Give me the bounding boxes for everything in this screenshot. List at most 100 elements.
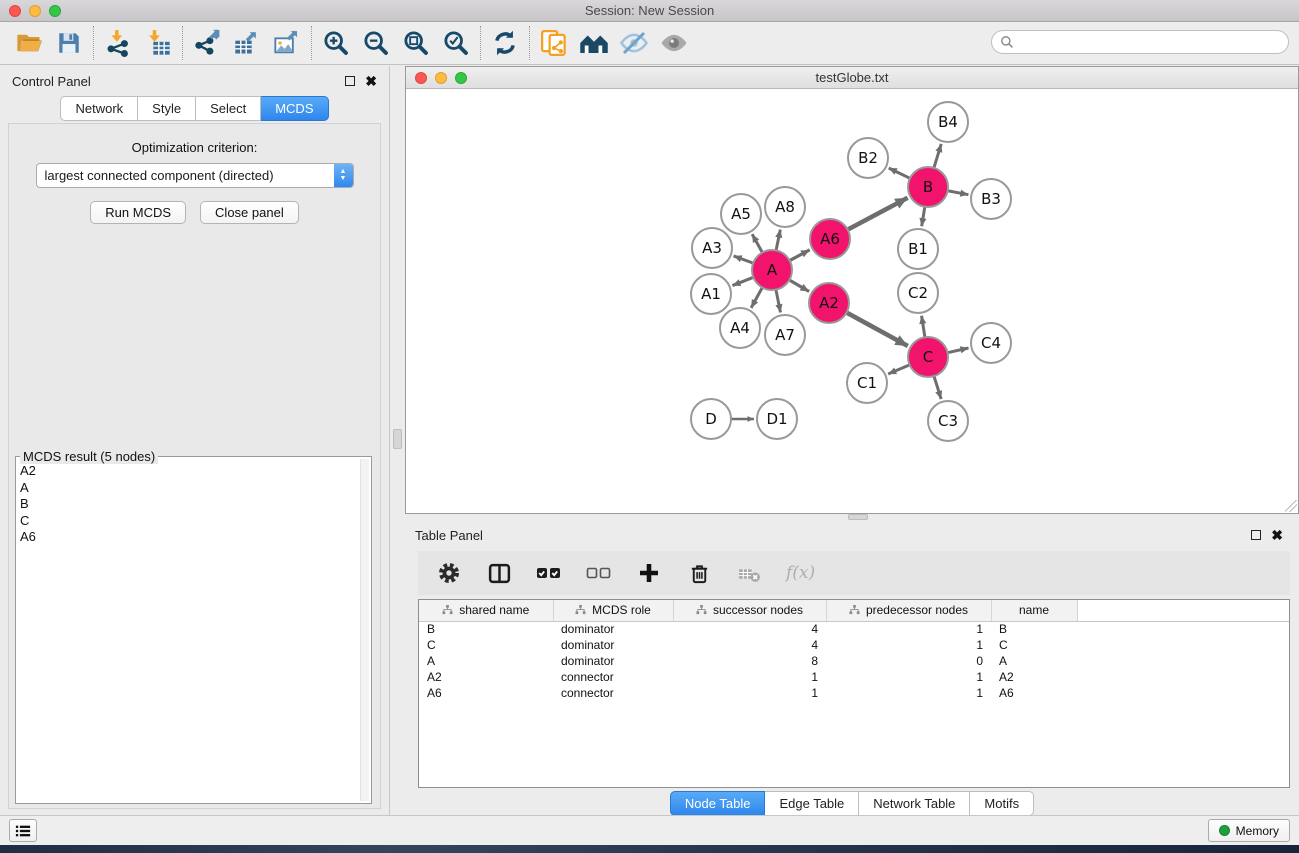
table-close-icon[interactable]: ✖ bbox=[1271, 530, 1283, 540]
import-table-icon[interactable] bbox=[141, 26, 175, 60]
delete-column-icon[interactable] bbox=[686, 560, 712, 586]
graph-node-C1[interactable]: C1 bbox=[847, 363, 887, 403]
show-column-panel-icon[interactable] bbox=[486, 560, 512, 586]
zoom-selected-icon[interactable] bbox=[439, 26, 473, 60]
graph-node-A8[interactable]: A8 bbox=[765, 187, 805, 227]
result-scrollbar[interactable] bbox=[360, 459, 369, 801]
delete-table-icon[interactable] bbox=[736, 560, 762, 586]
graph-node-A[interactable]: A bbox=[752, 250, 792, 290]
tab-select[interactable]: Select bbox=[196, 96, 261, 121]
result-item[interactable]: B bbox=[20, 496, 359, 513]
graph-edge-A-A3[interactable] bbox=[734, 256, 754, 263]
graph-node-B3[interactable]: B3 bbox=[971, 179, 1011, 219]
export-network-icon[interactable] bbox=[190, 26, 224, 60]
result-item[interactable]: A bbox=[20, 480, 359, 497]
cell-predecessor-nodes[interactable]: 1 bbox=[826, 685, 991, 701]
cell-successor-nodes[interactable]: 4 bbox=[673, 621, 826, 637]
graph-node-A2[interactable]: A2 bbox=[809, 283, 849, 323]
graph-edge-B-B1[interactable] bbox=[922, 207, 925, 227]
result-item[interactable]: A6 bbox=[20, 529, 359, 546]
table-tab-edge-table[interactable]: Edge Table bbox=[765, 791, 859, 816]
memory-button[interactable]: Memory bbox=[1208, 819, 1290, 842]
task-history-button[interactable] bbox=[9, 819, 37, 842]
cell-shared-name[interactable]: B bbox=[419, 621, 553, 637]
cell-name[interactable]: A2 bbox=[991, 669, 1077, 685]
graph-edge-A-A6[interactable] bbox=[790, 250, 810, 261]
cell-name[interactable]: B bbox=[991, 621, 1077, 637]
network-graph[interactable]: B4B2BB3A5A8A6A3B1AC2A1A2A4A7C4CC1DD1C3 bbox=[406, 89, 1298, 513]
cell-name[interactable]: A bbox=[991, 653, 1077, 669]
table-row[interactable]: Bdominator41B bbox=[419, 621, 1289, 637]
graph-edge-B-B4[interactable] bbox=[934, 144, 941, 168]
graph-edge-A2-C[interactable] bbox=[847, 313, 908, 346]
column-header-successor-nodes[interactable]: successor nodes bbox=[673, 600, 826, 621]
tab-network[interactable]: Network bbox=[60, 96, 138, 121]
graph-node-C[interactable]: C bbox=[908, 337, 948, 377]
close-panel-icon[interactable]: ✖ bbox=[365, 76, 377, 86]
refresh-view-icon[interactable] bbox=[488, 26, 522, 60]
cell-name[interactable]: A6 bbox=[991, 685, 1077, 701]
cell-predecessor-nodes[interactable]: 1 bbox=[826, 637, 991, 653]
graph-edge-B-B3[interactable] bbox=[948, 191, 969, 195]
export-table-icon[interactable] bbox=[230, 26, 264, 60]
cell-successor-nodes[interactable]: 1 bbox=[673, 685, 826, 701]
cell-predecessor-nodes[interactable]: 1 bbox=[826, 621, 991, 637]
graph-node-A6[interactable]: A6 bbox=[810, 219, 850, 259]
create-column-icon[interactable] bbox=[636, 560, 662, 586]
graph-edge-A-A2[interactable] bbox=[789, 280, 809, 291]
cell-MCDS-role[interactable]: connector bbox=[553, 669, 673, 685]
graph-node-C4[interactable]: C4 bbox=[971, 323, 1011, 363]
criterion-dropdown[interactable]: largest connected component (directed) ▲… bbox=[36, 163, 354, 188]
zoom-fit-icon[interactable] bbox=[399, 26, 433, 60]
graph-node-C2[interactable]: C2 bbox=[898, 273, 938, 313]
cell-successor-nodes[interactable]: 8 bbox=[673, 653, 826, 669]
table-tab-network-table[interactable]: Network Table bbox=[859, 791, 970, 816]
graph-node-D1[interactable]: D1 bbox=[757, 399, 797, 439]
graph-edge-A-A5[interactable] bbox=[752, 234, 762, 252]
graph-node-A3[interactable]: A3 bbox=[692, 228, 732, 268]
cell-MCDS-role[interactable]: dominator bbox=[553, 637, 673, 653]
result-item[interactable]: A2 bbox=[20, 463, 359, 480]
window-resize-grip[interactable] bbox=[1285, 500, 1297, 512]
zoom-in-icon[interactable] bbox=[319, 26, 353, 60]
export-image-icon[interactable] bbox=[270, 26, 304, 60]
graph-node-A4[interactable]: A4 bbox=[720, 308, 760, 348]
table-settings-gear-icon[interactable] bbox=[436, 560, 462, 586]
open-session-icon[interactable] bbox=[12, 26, 46, 60]
zoom-out-icon[interactable] bbox=[359, 26, 393, 60]
run-mcds-button[interactable]: Run MCDS bbox=[90, 201, 186, 224]
table-tab-node-table[interactable]: Node Table bbox=[670, 791, 766, 816]
cell-MCDS-role[interactable]: dominator bbox=[553, 653, 673, 669]
cell-MCDS-role[interactable]: connector bbox=[553, 685, 673, 701]
graph-node-C3[interactable]: C3 bbox=[928, 401, 968, 441]
cell-predecessor-nodes[interactable]: 0 bbox=[826, 653, 991, 669]
float-panel-icon[interactable] bbox=[345, 76, 355, 86]
graph-edge-A-A7[interactable] bbox=[776, 290, 781, 313]
horizontal-divider-handle[interactable] bbox=[848, 514, 868, 520]
table-row[interactable]: A6connector11A6 bbox=[419, 685, 1289, 701]
cell-predecessor-nodes[interactable]: 1 bbox=[826, 669, 991, 685]
cell-shared-name[interactable]: C bbox=[419, 637, 553, 653]
graph-edge-B-B2[interactable] bbox=[889, 168, 910, 178]
tab-mcds[interactable]: MCDS bbox=[261, 96, 328, 121]
show-all-icon[interactable] bbox=[657, 26, 691, 60]
graph-edge-A6-B[interactable] bbox=[848, 198, 908, 230]
graph-node-B4[interactable]: B4 bbox=[928, 102, 968, 142]
graph-node-A7[interactable]: A7 bbox=[765, 315, 805, 355]
cell-shared-name[interactable]: A2 bbox=[419, 669, 553, 685]
table-row[interactable]: A2connector11A2 bbox=[419, 669, 1289, 685]
network-canvas[interactable]: B4B2BB3A5A8A6A3B1AC2A1A2A4A7C4CC1DD1C3 bbox=[406, 89, 1298, 513]
graph-edge-C-C3[interactable] bbox=[934, 376, 941, 399]
cell-name[interactable]: C bbox=[991, 637, 1077, 653]
graph-edge-A-A8[interactable] bbox=[776, 230, 780, 251]
column-header-name[interactable]: name bbox=[991, 600, 1077, 621]
column-header-shared-name[interactable]: shared name bbox=[419, 600, 553, 621]
graph-node-B1[interactable]: B1 bbox=[898, 229, 938, 269]
graph-node-B[interactable]: B bbox=[908, 167, 948, 207]
table-tab-motifs[interactable]: Motifs bbox=[970, 791, 1034, 816]
divider-handle[interactable] bbox=[393, 429, 402, 449]
graph-edge-A-A4[interactable] bbox=[751, 288, 762, 308]
cell-shared-name[interactable]: A6 bbox=[419, 685, 553, 701]
graph-edge-C-C4[interactable] bbox=[948, 348, 969, 353]
cell-successor-nodes[interactable]: 1 bbox=[673, 669, 826, 685]
